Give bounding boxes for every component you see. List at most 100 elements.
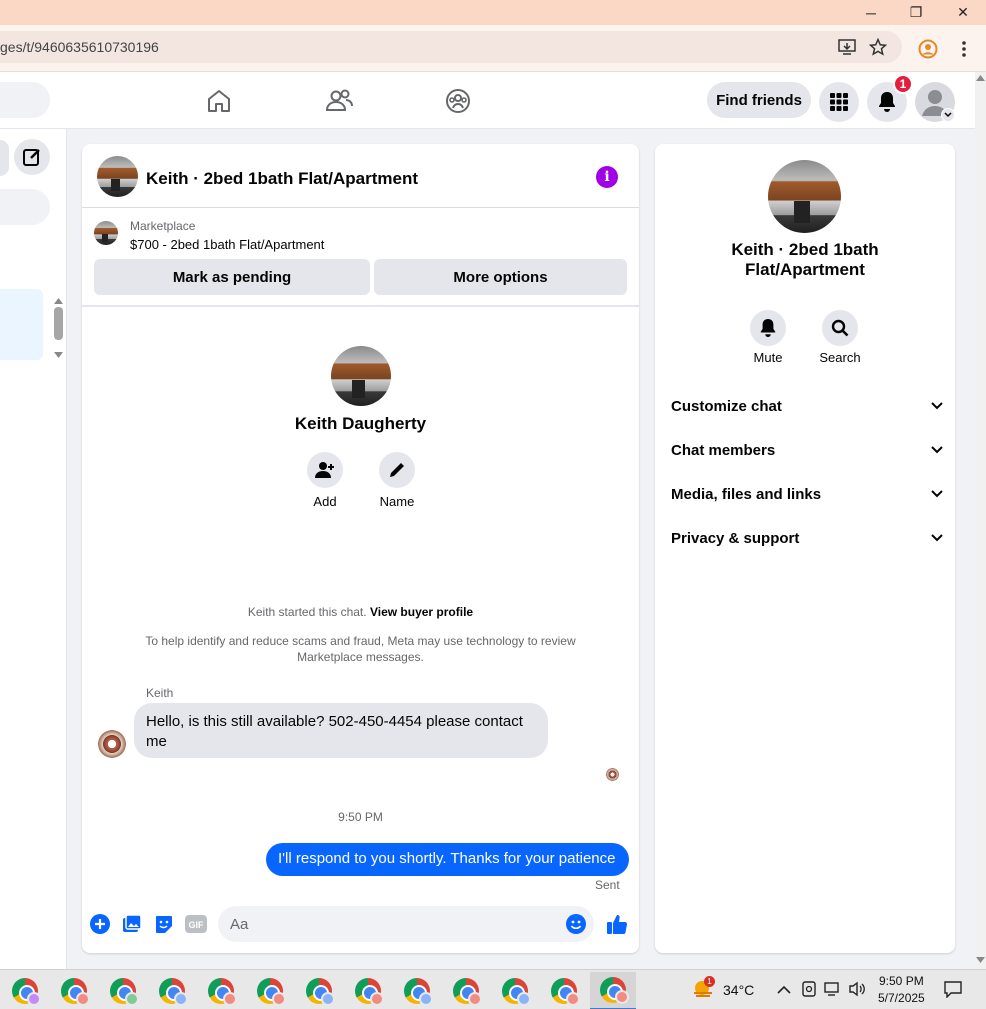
profile-name[interactable]: Keith Daugherty [82, 414, 639, 434]
customize-chat-section[interactable]: Customize chat [671, 392, 943, 420]
svg-text:GIF: GIF [189, 920, 205, 930]
meet-now-icon[interactable] [802, 981, 816, 1002]
info-title: Keith · 2bed 1bath Flat/Apartment [731, 240, 879, 279]
chrome-taskbar-icon[interactable] [492, 972, 538, 1009]
bookmark-star-icon[interactable] [866, 35, 890, 59]
outgoing-message[interactable]: I'll respond to you shortly. Thanks for … [266, 843, 629, 876]
chat-avatar[interactable] [97, 156, 138, 197]
sidebar-scrollbar-thumb[interactable] [54, 307, 63, 340]
marketplace-label: Marketplace [130, 219, 196, 233]
install-app-icon[interactable] [835, 35, 859, 59]
view-buyer-profile-link[interactable]: View buyer profile [370, 605, 473, 619]
new-message-button[interactable] [14, 139, 50, 175]
mute-button[interactable] [750, 310, 786, 346]
page-scrollbar[interactable] [975, 72, 986, 969]
sender-avatar[interactable] [98, 730, 126, 758]
chats-sidebar [0, 129, 67, 969]
chrome-taskbar-icon[interactable] [51, 972, 97, 1009]
chrome-taskbar-icon[interactable] [394, 972, 440, 1009]
listing-thumbnail[interactable] [94, 221, 118, 245]
emoji-icon[interactable] [565, 913, 587, 935]
find-friends-button[interactable]: Find friends [707, 82, 811, 118]
chrome-taskbar-icon[interactable] [2, 972, 48, 1009]
info-icon[interactable]: i [596, 166, 618, 188]
message-input[interactable] [218, 906, 594, 942]
incoming-message[interactable]: Hello, is this still available? 502-450-… [134, 703, 548, 758]
browser-menu-icon[interactable] [952, 37, 976, 61]
chrome-taskbar-icon[interactable] [541, 972, 587, 1009]
read-receipt-avatar [606, 768, 619, 781]
clock-time[interactable]: 9:50 PM [879, 974, 924, 988]
restore-button[interactable]: ❐ [893, 0, 939, 25]
notification-center-icon[interactable] [944, 981, 962, 1003]
search-icon [831, 319, 849, 337]
address-bar[interactable]: ges/t/9460635610730196 [0, 31, 902, 63]
bell-icon [879, 92, 895, 112]
more-options-button[interactable]: More options [374, 259, 627, 295]
section-label: Privacy & support [671, 529, 800, 547]
chrome-taskbar-icon[interactable] [100, 972, 146, 1009]
chat-members-section[interactable]: Chat members [671, 436, 943, 464]
profile-icon[interactable] [916, 37, 940, 61]
scroll-down-arrow[interactable] [54, 346, 63, 358]
url-text[interactable]: ges/t/9460635610730196 [0, 39, 159, 55]
more-actions-icon[interactable] [89, 913, 111, 935]
edit-name-button[interactable] [379, 452, 415, 488]
chrome-taskbar-icon[interactable] [296, 972, 342, 1009]
chevron-down-icon [931, 402, 943, 410]
sidebar-options-button[interactable] [0, 140, 9, 176]
close-window-button[interactable]: ✕ [940, 0, 986, 25]
chevron-down-icon [931, 534, 943, 542]
chrome-taskbar-icon[interactable] [149, 972, 195, 1009]
scroll-up-arrow[interactable] [54, 292, 63, 304]
home-icon[interactable] [204, 86, 234, 116]
profile-avatar[interactable] [331, 346, 391, 406]
search-button[interactable] [822, 310, 858, 346]
menu-grid-icon [830, 93, 848, 111]
groups-icon[interactable] [443, 86, 473, 116]
chrome-taskbar-icon[interactable] [443, 972, 489, 1009]
section-label: Media, files and links [671, 485, 822, 503]
message-composer: GIF [82, 904, 639, 953]
chrome-taskbar-icon[interactable] [247, 972, 293, 1009]
attach-photo-icon[interactable] [121, 913, 143, 935]
friends-icon[interactable] [324, 86, 354, 116]
mark-as-pending-button[interactable]: Mark as pending [94, 259, 370, 295]
pencil-icon [390, 463, 404, 477]
chrome-taskbar-icon[interactable] [198, 972, 244, 1009]
media-files-links-section[interactable]: Media, files and links [671, 480, 943, 508]
add-people-button[interactable] [307, 452, 343, 488]
active-chat-item[interactable] [0, 289, 43, 360]
compose-icon [23, 149, 40, 166]
weather-icon[interactable]: 1 [692, 976, 715, 999]
windows-taskbar: 1 34°C 9:50 PM 5/7/2025 [0, 969, 986, 1009]
chat-title[interactable]: Keith · 2bed 1bath Flat/Apartment [146, 169, 418, 189]
clock-date[interactable]: 5/7/2025 [878, 991, 925, 1005]
message-timestamp: 9:50 PM [338, 810, 383, 824]
chevron-up-icon[interactable] [777, 982, 791, 1000]
chrome-taskbar-icon-active[interactable] [590, 972, 636, 1009]
privacy-support-section[interactable]: Privacy & support [671, 524, 943, 552]
browser-toolbar: ges/t/9460635610730196 [0, 25, 986, 72]
facebook-search-input[interactable] [0, 82, 50, 118]
search-messenger-input[interactable] [0, 189, 50, 225]
menu-grid-button[interactable] [819, 82, 859, 122]
marketplace-bar: Marketplace $700 - 2bed 1bath Flat/Apart… [82, 209, 639, 307]
chat-started-notice: Keith started this chat. View buyer prof… [122, 604, 599, 620]
volume-icon[interactable] [848, 981, 866, 1002]
sticker-icon[interactable] [153, 913, 175, 935]
gif-icon[interactable]: GIF [185, 913, 207, 935]
thumbs-up-icon[interactable] [606, 913, 628, 935]
weather-badge: 1 [704, 976, 715, 987]
name-label: Name [379, 494, 415, 509]
network-icon[interactable] [824, 981, 842, 1002]
scam-notice: To help identify and reduce scams and fr… [145, 634, 576, 664]
account-chevron-icon[interactable] [941, 108, 955, 122]
chrome-taskbar-icon[interactable] [345, 972, 391, 1009]
chevron-down-icon [931, 490, 943, 498]
temperature[interactable]: 34°C [723, 982, 754, 998]
listing-title[interactable]: $700 - 2bed 1bath Flat/Apartment [130, 237, 324, 252]
minimize-button[interactable]: ─ [848, 0, 894, 25]
info-avatar[interactable] [768, 160, 841, 233]
window-titlebar: ─ ❐ ✕ [0, 0, 986, 25]
